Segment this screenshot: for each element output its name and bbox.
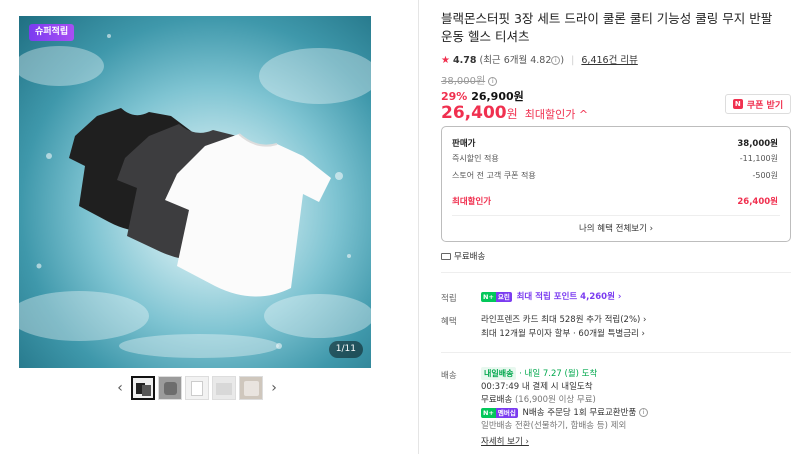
section-divider [441,352,791,353]
return-info-icon[interactable]: i [638,408,648,417]
review-count-link[interactable]: 6,416건 리뷰 [581,55,637,66]
recent-rating: (최근 6개월 4.82 [479,55,552,66]
image-counter: 1/11 [328,341,363,358]
free-return-text: N배송 주문당 1회 무료교환반품 [522,408,637,418]
delivery-content: 내일배송 · 내일 7.27 (월) 도착 00:37:49 내 결제 시 내일… [481,367,648,449]
thumb-prev-arrow[interactable]: ‹ [112,380,128,396]
coupon-button[interactable]: N 쿠폰 받기 [725,94,791,114]
thumbnail-5[interactable] [239,376,263,400]
membership-badge: N+ 멤버십 [481,407,518,418]
price-row-value: -11,100원 [739,154,778,163]
max-discount-won: 원 [506,107,518,121]
tomorrow-delivery-badge: 내일배송 [481,367,517,380]
badge-n: N+ [481,291,496,302]
original-price: 38,000원 [441,76,486,87]
delivery-detail-link[interactable]: 자세히 보기 › [481,436,648,449]
normal-delivery-note: 일반배송 전환(선물하기, 합배송 등) 제외 [481,421,627,431]
discount-percent: 29% [441,90,468,103]
badge-n: N+ [481,407,496,418]
free-return-row: N+ 멤버십 N배송 주문당 1회 무료교환반품 i [481,407,648,420]
thumb-next-arrow[interactable]: › [266,380,282,396]
rating-separator: | [571,55,575,66]
product-main-image[interactable]: 슈퍼적립 1/11 [19,16,371,368]
naver-plus-badge: N+ 요린 [481,291,512,302]
max-discount-price: 26,400 [441,103,507,123]
price-row-label: 최대할인가 [452,197,492,207]
price-row-sale: 판매가 38,000원 [452,137,778,149]
price-box-divider [452,215,780,216]
price-row-label: 판매가 [452,139,476,149]
price-row-value: 38,000원 [737,139,778,149]
discount-row: 29% 26,900원 [441,88,524,104]
max-points-text: 최대 적립 포인트 4,260원 › [516,292,622,302]
naver-n-icon: N [732,99,743,109]
arrival-date: · 내일 7.27 (월) 도착 [519,369,598,379]
price-row-label: 즉시할인 적용 [452,154,499,163]
rating-score: 4.78 [453,55,477,66]
tshirts-illustration [19,34,371,358]
original-price-row: 38,000원 i [441,72,498,87]
all-benefits-link[interactable]: 나의 혜택 전체보기 › [442,222,790,234]
section-divider [441,272,791,273]
price-row-value: -500원 [752,171,778,180]
super-points-badge: 슈퍼적립 [29,24,75,41]
price-info-icon[interactable]: i [488,76,498,86]
delivery-free-note: (16,900원 이상 무료) [514,395,596,405]
price-breakdown-box: 판매가 38,000원 즉시할인 적용 -11,100원 스토어 전 고객 쿠폰… [441,126,791,242]
free-shipping-label: 무료배송 [454,252,486,262]
delivery-label: 배송 [441,371,457,381]
rating-row: ★ 4.78 (최근 6개월 4.82 i) | 6,416건 리뷰 [441,52,638,66]
points-label: 적립 [441,294,457,304]
delivery-cutoff: 00:37:49 내 결제 시 내일도착 [481,382,593,392]
points-row[interactable]: N+ 요린 최대 적립 포인트 4,260원 › [481,291,621,303]
price-row-max: 최대할인가 26,400원 [452,195,778,207]
free-shipping-row: 무료배송 [441,250,485,262]
panel-divider [418,0,419,454]
max-discount-label: 최대할인가 ^ [524,108,589,121]
installment-link[interactable]: 최대 12개월 무이자 할부 · 60개월 특별금리 › [481,328,646,340]
thumbnail-3[interactable] [185,376,209,400]
star-icon: ★ [441,55,450,66]
recent-rating-close: ) [560,55,565,66]
badge-p: 멤버십 [495,407,518,418]
price-row-value: 26,400원 [737,197,778,207]
badge-p: 요린 [495,291,512,302]
benefits-label: 혜택 [441,317,457,327]
product-title: 블랙몬스터핏 3장 세트 드라이 쿨론 쿨티 기능성 쿨링 무지 반팔 운동 헬… [441,11,773,44]
coupon-button-label: 쿠폰 받기 [746,100,784,111]
thumbnail-2[interactable] [158,376,182,400]
delivery-arrival-row: 내일배송 · 내일 7.27 (월) 도착 [481,367,648,381]
thumbnail-1[interactable] [131,376,155,400]
price-row-coupon: 스토어 전 고객 쿠폰 적용 -500원 [452,170,778,181]
max-discount-row[interactable]: 26,400원 최대할인가 ^ [441,103,588,123]
price-row-label: 스토어 전 고객 쿠폰 적용 [452,171,536,180]
discount-price: 26,900원 [471,90,524,103]
price-row-instant: 즉시할인 적용 -11,100원 [452,153,778,164]
delivery-free: 무료배송 [481,395,513,405]
delivery-free-row: 무료배송 (16,900원 이상 무료) [481,394,648,407]
truck-icon [441,253,451,260]
thumbnail-strip: ‹ › [112,376,282,400]
thumbnail-4[interactable] [212,376,236,400]
card-benefit-link[interactable]: 라인프렌즈 카드 최대 528원 추가 적립(2%) › [481,314,646,326]
benefits-content: 라인프렌즈 카드 최대 528원 추가 적립(2%) › 최대 12개월 무이자… [481,314,646,340]
